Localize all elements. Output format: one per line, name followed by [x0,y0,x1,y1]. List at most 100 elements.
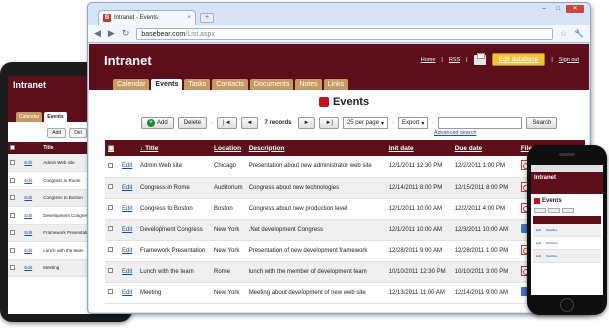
address-bar-row: ◀ ▶ ↻ basebear.com/List.aspx ☆ 🔧 [88,25,590,43]
tab-events[interactable]: Events [151,79,183,90]
phone-delete-button[interactable] [548,208,560,213]
cell-init: 12/28/2011 9:00 AM [385,240,452,262]
tab-documents[interactable]: Documents [249,79,294,90]
row-checkbox[interactable] [10,230,15,236]
cell-location: New York [211,282,246,304]
col-title[interactable]: ↓ Title [137,140,211,156]
edit-link[interactable]: Edit [22,189,42,207]
edit-link[interactable]: Edit [536,228,541,232]
edit-link[interactable]: Edit [22,171,42,190]
tablet-tab-calendar[interactable]: Calendar [16,112,43,122]
events-table: ▣ ↓ Title Location Description Init date… [105,140,585,304]
row-checkbox[interactable] [108,163,113,169]
cell-title: Admin Web site [137,156,211,178]
home-link[interactable]: Home [421,57,436,63]
edit-link[interactable]: Edit [22,259,42,277]
modify-link[interactable]: Modifica [546,228,557,232]
cell-init: 12/1/2011 10:00 AM [385,198,452,220]
reload-icon[interactable]: ↻ [122,28,130,39]
edit-link[interactable]: Edit [119,282,137,304]
browser-tab[interactable]: B Intranet - Events × [98,10,196,25]
prev-page-button[interactable]: ◄ [240,117,259,129]
printer-icon[interactable] [473,52,486,65]
row-checkbox[interactable] [10,177,15,183]
export-select[interactable]: Export ▾ [398,117,429,129]
row-checkbox[interactable] [108,247,113,253]
row-checkbox[interactable] [10,212,15,218]
modify-link[interactable]: Modifica [546,241,557,245]
url-host: basebear.com [141,30,186,38]
edit-link[interactable]: Edit [536,241,541,245]
edit-link[interactable]: Edit [119,261,137,283]
edit-link[interactable]: Edit [119,240,137,262]
tab-close-icon[interactable]: × [187,15,191,21]
row-checkbox[interactable] [108,226,113,232]
row-checkbox[interactable] [10,265,15,271]
back-icon[interactable]: ◀ [94,28,101,39]
edit-link[interactable]: Edit [119,156,137,178]
tablet-delete-button[interactable]: Del [69,128,87,138]
close-window-icon[interactable]: ✕ [566,5,584,13]
col-description[interactable]: Description [245,140,386,156]
tab-contacts[interactable]: Contacts [212,79,248,90]
row-checkbox[interactable] [108,289,113,295]
edit-link[interactable]: Edit [536,254,541,258]
tab-calendar[interactable]: Calendar [113,79,150,90]
tab-tasks[interactable]: Tasks [184,79,211,90]
add-button[interactable]: + Add [141,117,174,129]
row-checkbox[interactable] [10,247,15,253]
edit-link[interactable]: Edit [22,224,42,242]
tab-links[interactable]: Links [323,79,348,90]
row-checkbox[interactable] [10,195,15,201]
row-checkbox[interactable] [108,184,113,190]
cell-description: lunch with the member of development tea… [245,261,386,283]
new-tab-button[interactable]: + [200,13,214,23]
tablet-select-all-checkbox[interactable] [10,145,15,151]
col-init-date[interactable]: Init date [385,140,452,156]
col-due-date[interactable]: Due date [451,140,518,156]
select-all-icon[interactable]: ▣ [105,140,119,156]
tablet-tab-events[interactable]: Events [44,112,67,122]
edit-link[interactable]: Edit [22,206,42,225]
home-button[interactable] [560,298,574,312]
phone-page-title: Events [531,194,603,208]
phone-brand: Intranet [534,175,557,181]
search-input[interactable] [438,117,523,129]
maximize-icon[interactable]: □ [552,5,564,13]
search-button[interactable]: Search [526,117,558,129]
edit-database-button[interactable]: Edit database [491,53,546,66]
advanced-search-link[interactable]: Advanced search [434,130,477,136]
per-page-select[interactable]: 25 per page ▾ [342,117,388,129]
first-page-button[interactable]: |◄ [217,117,237,129]
delete-button[interactable]: Delete [177,117,208,129]
bookmark-star-icon[interactable]: ☆ [560,29,567,38]
browser-window: B Intranet - Events × + – □ ✕ ◀ ▶ ↻ base… [87,2,591,314]
table-row: Edit Lunch with the team Rome lunch with th… [105,261,585,283]
edit-link[interactable]: Edit [22,154,42,172]
row-checkbox[interactable] [108,205,113,211]
edit-link[interactable]: Edit [119,219,137,241]
phone-pager[interactable] [562,208,574,213]
phone-add-button[interactable] [534,208,546,213]
next-page-button[interactable]: ► [297,117,316,129]
modify-link[interactable]: Modifica [546,254,557,258]
minimize-icon[interactable]: – [538,5,550,13]
tablet-add-button[interactable]: Add [47,128,67,138]
tablet-tabs: Calendar Events [16,112,67,122]
col-location[interactable]: Location [211,140,246,156]
last-page-button[interactable]: ►| [319,117,339,129]
cell-due: 12/2/2011 4:00 PM [451,198,518,220]
edit-link[interactable]: Edit [119,177,137,199]
row-checkbox[interactable] [108,268,113,274]
app-header: Intranet Home | RSS | Edit database | Si… [89,44,589,90]
url-field[interactable]: basebear.com/List.aspx [136,27,553,40]
forward-icon[interactable]: ▶ [108,28,115,39]
tab-notes[interactable]: Notes [295,79,322,90]
edit-link[interactable]: Edit [119,198,137,220]
edit-link[interactable]: Edit [22,241,42,260]
table-row: Edit Framework Presentation New York Presen… [105,240,585,262]
rss-link[interactable]: RSS [449,57,460,63]
row-checkbox[interactable] [10,160,15,166]
wrench-icon[interactable]: 🔧 [574,29,584,38]
sign-out-link[interactable]: Sign out [559,57,579,63]
